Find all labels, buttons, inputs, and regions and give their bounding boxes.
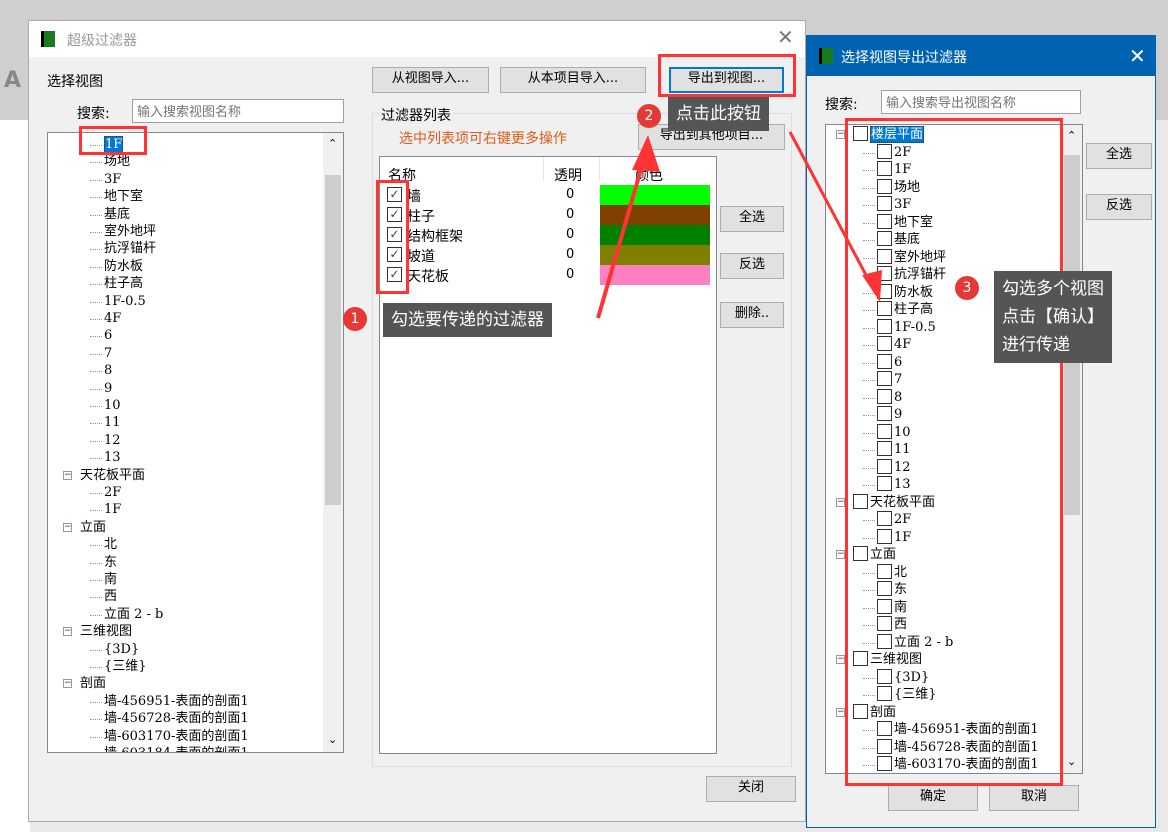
step-tip-1: 勾选要传递的过滤器 — [383, 303, 552, 337]
step-tip-3: 勾选多个视图 点击【确认】 进行传递 — [994, 271, 1112, 363]
annotation-arrows — [596, 131, 882, 319]
arrow-line-2 — [596, 144, 650, 319]
step-badge-3: 3 — [955, 276, 979, 300]
arrow-head-3 — [862, 270, 882, 302]
arrow-head-2 — [632, 135, 660, 172]
step-badge-1: 1 — [343, 307, 367, 331]
step-badge-2: 2 — [637, 104, 661, 128]
step-tip-2: 点击此按钮 — [668, 97, 769, 131]
arrow-line-3 — [788, 131, 877, 293]
